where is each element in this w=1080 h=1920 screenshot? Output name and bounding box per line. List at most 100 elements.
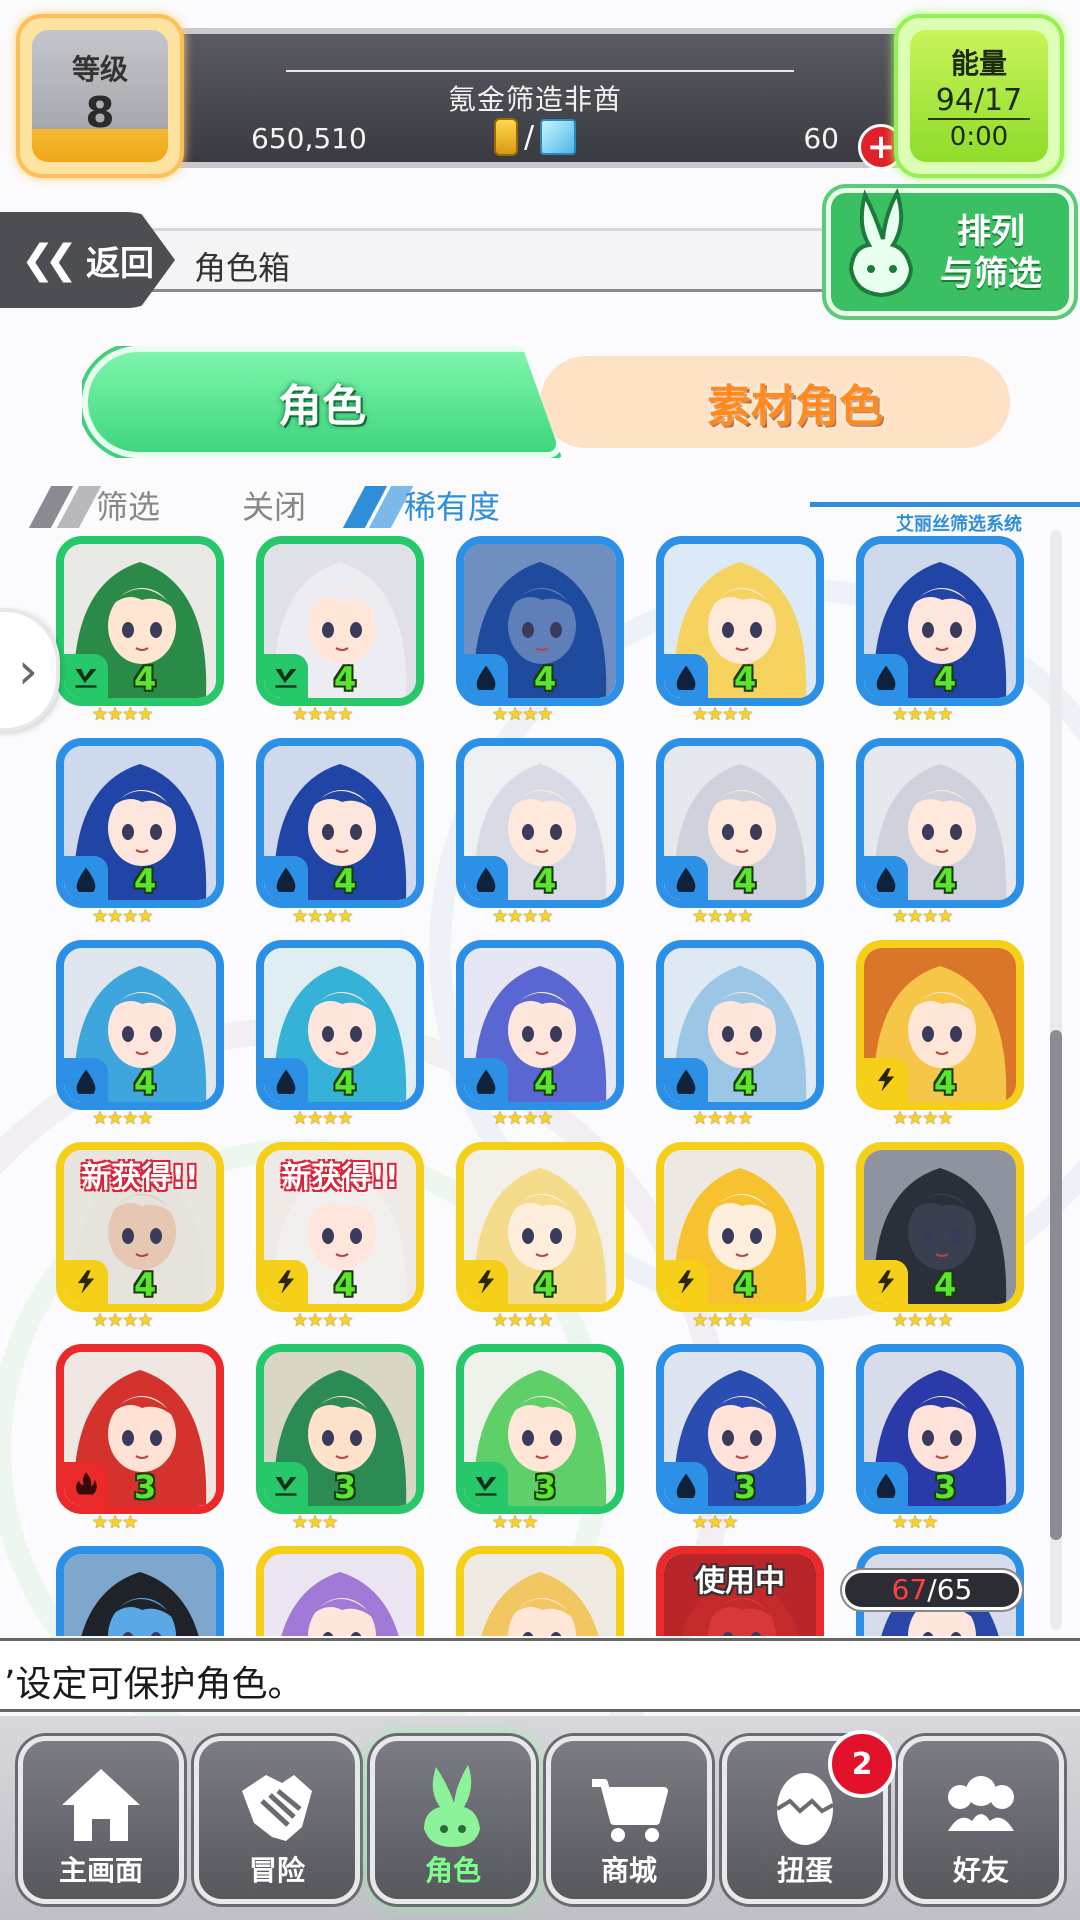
water-element-icon (264, 856, 308, 900)
tab-characters[interactable]: 角色 (82, 346, 562, 458)
character-card[interactable]: 4 (656, 940, 824, 1110)
character-card[interactable]: 4 (256, 940, 424, 1110)
gacha-notification-badge: 2 (828, 1730, 896, 1798)
nav-character-button[interactable]: 角色 (370, 1736, 536, 1904)
rarity-stars: ★★★★ (692, 704, 754, 725)
chevron-right-icon: › (18, 642, 38, 700)
nav-friends-button[interactable]: 好友 (898, 1736, 1064, 1904)
character-rank: 4 (734, 862, 757, 900)
rarity-stars: ★★★★ (92, 1310, 154, 1331)
character-card[interactable]: 4 (656, 738, 824, 908)
character-card[interactable]: 3 (256, 1344, 424, 1514)
level-label: 等级 (71, 53, 128, 86)
wind-element-icon (264, 1462, 308, 1506)
player-status-bar: 氪金筛造非酋 650,510 / 60 + (150, 28, 920, 170)
water-element-icon (464, 856, 508, 900)
character-card[interactable]: 4 (856, 940, 1024, 1110)
character-card[interactable] (256, 1546, 424, 1636)
divider (286, 70, 794, 72)
character-rank: 4 (534, 660, 557, 698)
character-card[interactable] (456, 1546, 624, 1636)
friends-icon (948, 1776, 1014, 1831)
character-card[interactable] (56, 1546, 224, 1636)
level-value: 8 (85, 88, 115, 137)
rarity-stars: ★★★★ (892, 704, 954, 725)
rarity-stars: ★★★★ (692, 906, 754, 927)
rarity-stars: ★★★★ (492, 906, 554, 927)
character-rank: 4 (134, 660, 157, 698)
rarity-stars: ★★★ (292, 1512, 338, 1533)
character-card[interactable]: 4 (256, 738, 424, 908)
character-card[interactable]: 4 (656, 1142, 824, 1312)
character-rank: 4 (534, 1064, 557, 1102)
character-card[interactable]: 4 (656, 536, 824, 706)
water-element-icon (464, 1058, 508, 1102)
character-card[interactable]: 4 (856, 536, 1024, 706)
rarity-stars: ★★★★ (292, 704, 354, 725)
tab-material-characters[interactable]: 素材角色 (540, 356, 1010, 448)
character-card[interactable]: 4 (56, 536, 224, 706)
energy-label: 能量 (950, 47, 1007, 80)
handshake-icon (242, 1775, 312, 1841)
character-rank: 4 (134, 1064, 157, 1102)
character-grid[interactable]: 4 ★★★★ 4 ★★★★ 4 ★★★★ 4 ★★★★ 4 ★★★★ 4 ★★★★ 4 ★★★★ 4 ★★★★… (0, 530, 1080, 1636)
gold-amount: 650,510 (251, 122, 367, 155)
water-element-icon (664, 856, 708, 900)
thunder-element-icon (464, 1260, 508, 1304)
sort-filter-button[interactable]: 排列 与筛选 (826, 188, 1074, 316)
character-card[interactable]: 4 (56, 940, 224, 1110)
nav-adventure-button[interactable]: 冒险 (194, 1736, 360, 1904)
energy-timer: 0:00 (949, 122, 1009, 152)
bunny-icon (848, 188, 914, 298)
character-rank: 4 (734, 1266, 757, 1304)
sort-mode[interactable]: 稀有度 (404, 482, 500, 528)
water-element-icon (864, 654, 908, 698)
gem-amount: 60 (803, 122, 839, 155)
back-label: 返回 (86, 243, 155, 284)
character-card[interactable]: 4 新获得!! (256, 1142, 424, 1312)
water-element-icon (864, 856, 908, 900)
nav-home-button[interactable]: 主画面 (18, 1736, 184, 1904)
character-rank: 3 (934, 1468, 957, 1506)
character-card[interactable]: 4 (456, 536, 624, 706)
character-card[interactable]: 4 (456, 1142, 624, 1312)
character-card[interactable]: 4 (456, 738, 624, 908)
rarity-stars: ★★★★ (892, 906, 954, 927)
character-card[interactable]: 3 (456, 1344, 624, 1514)
character-card[interactable]: 3 (56, 1344, 224, 1514)
rarity-stars: ★★★★ (492, 1108, 554, 1129)
character-card[interactable]: 3 (856, 1344, 1024, 1514)
character-card[interactable]: 4 (56, 738, 224, 908)
rarity-stars: ★★★ (692, 1512, 738, 1533)
rarity-stars: ★★★ (892, 1512, 938, 1533)
character-card[interactable]: 4 (456, 940, 624, 1110)
scrollbar-thumb[interactable] (1050, 1030, 1062, 1540)
new-obtained-tag: 新获得!! (281, 1160, 399, 1195)
wind-element-icon (464, 1462, 508, 1506)
back-button[interactable]: ❮❮ 返回 (0, 212, 175, 308)
energy-value: 94/17 (928, 84, 1030, 120)
hint-text: ’设定可保护角色。 (4, 1664, 304, 1705)
filter-toggle[interactable]: 关闭 (242, 482, 306, 528)
nav-shop-button[interactable]: 商城 (546, 1736, 712, 1904)
in-use-tag: 使用中 (695, 1564, 785, 1599)
water-element-icon (64, 1058, 108, 1102)
character-rank: 4 (934, 660, 957, 698)
character-portrait (64, 1554, 216, 1636)
character-rank: 4 (334, 660, 357, 698)
scrollbar[interactable] (1050, 530, 1062, 1630)
character-card[interactable]: 4 新获得!! (56, 1142, 224, 1312)
filter-underline (810, 502, 1080, 507)
character-rank: 4 (334, 1266, 357, 1304)
thunder-element-icon (64, 1260, 108, 1304)
rarity-stars: ★★★★ (892, 1108, 954, 1129)
sort-filter-label-1: 排列 (957, 212, 1025, 252)
character-card[interactable]: 3 (656, 1344, 824, 1514)
energy-badge[interactable]: 能量 94/17 0:00 (894, 14, 1064, 178)
character-card[interactable]: 4 (856, 1142, 1024, 1312)
character-rank: 4 (734, 1064, 757, 1102)
bottom-nav: 主画面 冒险 角色 商城 扭蛋 好友 (0, 1716, 1080, 1920)
character-card[interactable]: 4 (256, 536, 424, 706)
character-card[interactable]: 使用中 (656, 1546, 824, 1636)
character-card[interactable]: 4 (856, 738, 1024, 908)
